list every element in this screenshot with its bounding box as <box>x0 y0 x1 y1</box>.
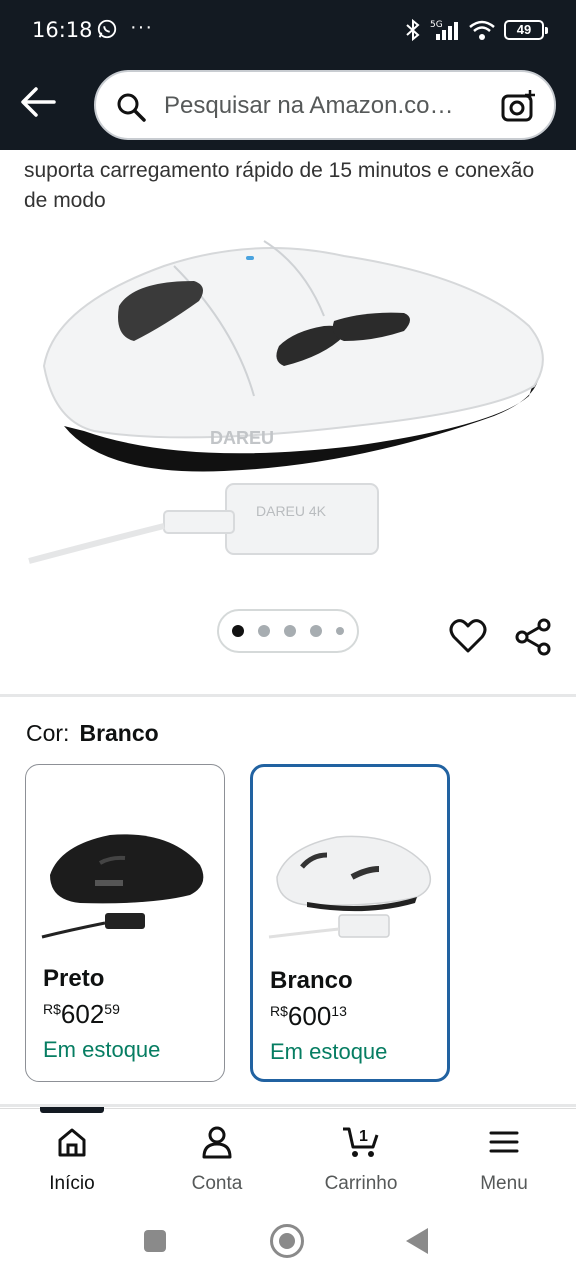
home-button[interactable] <box>270 1224 304 1258</box>
nav-menu[interactable]: Menu <box>449 1125 559 1195</box>
carousel-dot[interactable] <box>258 625 270 637</box>
carousel-dot[interactable] <box>232 625 244 637</box>
section-divider <box>0 694 576 697</box>
hamburger-menu-icon <box>489 1131 519 1153</box>
signal-icon: 5G <box>430 20 458 40</box>
nav-account-label: Conta <box>191 1173 243 1194</box>
recent-apps-button[interactable] <box>144 1230 166 1252</box>
variant-name: Branco <box>270 967 353 994</box>
whatsapp-icon <box>97 19 117 39</box>
camera-search-icon[interactable] <box>500 88 536 124</box>
network-label: 5G <box>430 20 443 30</box>
variant-card-branco[interactable]: Branco R$60013 Em estoque <box>250 764 450 1082</box>
variant-price: R$60259 <box>43 999 120 1029</box>
nav-home[interactable]: Início <box>17 1125 127 1195</box>
wifi-icon <box>469 20 495 40</box>
color-selected-value: Branco <box>79 720 159 746</box>
nav-home-label: Início <box>49 1173 95 1194</box>
home-icon <box>58 1128 86 1157</box>
search-icon <box>117 93 146 122</box>
system-navigation-bar <box>0 1206 576 1280</box>
color-label-text: Cor: <box>26 720 70 746</box>
variant-name: Preto <box>43 965 105 992</box>
cart-count: 1 <box>359 1128 368 1145</box>
app-header: 16:18 ··· 5G 49 Pesquisar na Amazon.co… <box>0 0 576 150</box>
nav-menu-label: Menu <box>480 1173 528 1194</box>
nav-account[interactable]: Conta <box>162 1125 272 1195</box>
search-bar[interactable]: Pesquisar na Amazon.co… <box>94 70 556 140</box>
image-carousel-indicator[interactable] <box>217 609 359 653</box>
nav-cart-label: Carrinho <box>324 1173 398 1194</box>
back-arrow-icon[interactable] <box>18 84 58 120</box>
status-bar: 16:18 ··· 5G 49 <box>0 0 576 62</box>
account-icon <box>202 1126 232 1159</box>
status-time: 16:18 <box>32 18 93 42</box>
variant-card-preto[interactable]: Preto R$60259 Em estoque <box>25 764 225 1082</box>
bottom-navigation: Início Conta 1 Carrinho Menu <box>0 1107 576 1206</box>
variant-stock-status: Em estoque <box>270 1039 388 1064</box>
carousel-dot[interactable] <box>310 625 322 637</box>
product-image[interactable]: DAREU DAREU 4K <box>24 226 554 586</box>
carousel-dot[interactable] <box>336 627 344 635</box>
status-more-icon: ··· <box>130 16 153 38</box>
variant-thumbnail <box>41 834 204 939</box>
variant-stock-status: Em estoque <box>43 1037 161 1062</box>
search-input[interactable]: Pesquisar na Amazon.co… <box>164 92 454 120</box>
battery-icon: 49 <box>504 20 548 40</box>
product-description: suporta carregamento rápido de 15 minuto… <box>24 159 535 212</box>
share-icon[interactable] <box>514 617 554 657</box>
product-brand-receiver: DAREU 4K <box>256 503 327 519</box>
color-label: Cor: Branco <box>26 720 159 747</box>
variant-thumbnail <box>268 835 432 939</box>
carousel-dot[interactable] <box>284 625 296 637</box>
nav-cart[interactable]: 1 Carrinho <box>306 1125 416 1195</box>
active-tab-indicator <box>40 1107 104 1113</box>
variant-price: R$60013 <box>270 1001 347 1031</box>
cart-icon: 1 <box>343 1127 379 1157</box>
bluetooth-icon <box>406 18 420 42</box>
system-icons: 5G 49 <box>404 16 548 44</box>
system-back-button[interactable] <box>406 1228 428 1254</box>
heart-icon[interactable] <box>448 617 488 657</box>
product-brand-mouse: DAREU <box>210 428 274 448</box>
